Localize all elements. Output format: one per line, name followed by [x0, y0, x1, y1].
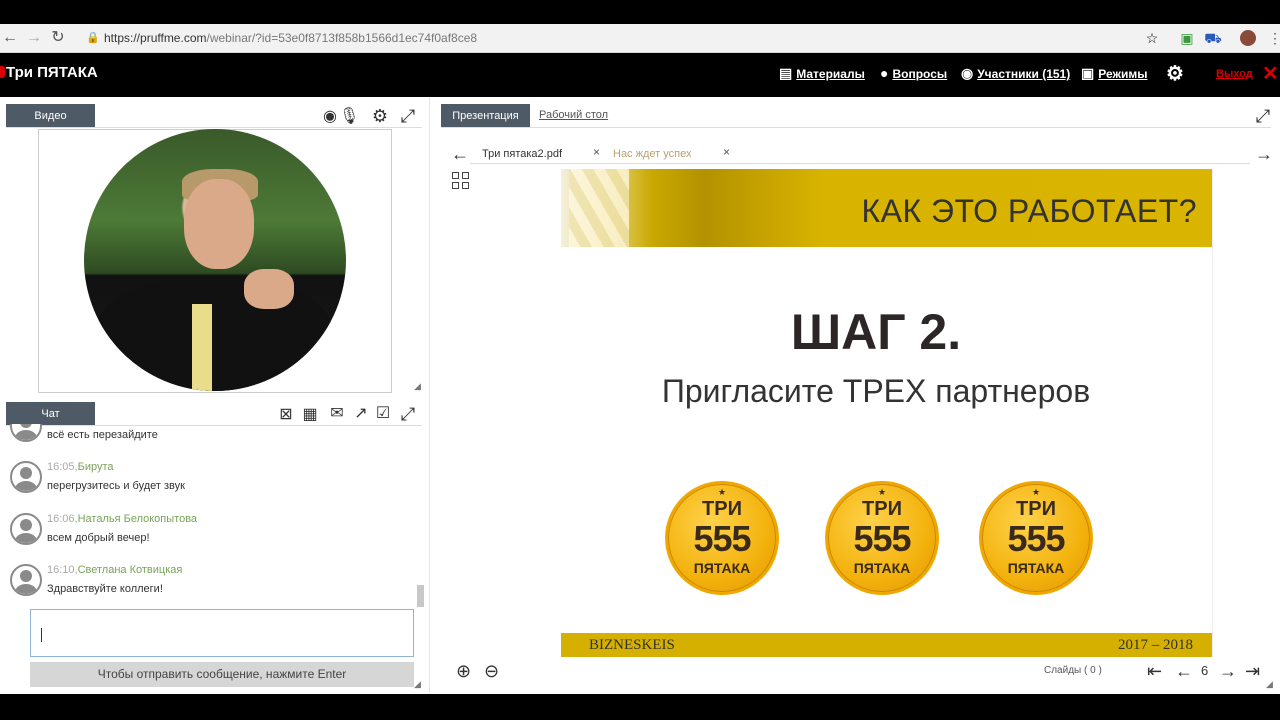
slide-canvas: КАК ЭТО РАБОТАЕТ? ШАГ 2. Пригласите ТРЕХ… — [561, 169, 1213, 657]
reload-icon[interactable]: ↻ — [48, 28, 68, 48]
coin-logo: ★ ТРИ 555 ПЯТАКА — [825, 481, 939, 595]
exit-close-icon[interactable]: ✕ — [1262, 61, 1279, 86]
slide-title: КАК ЭТО РАБОТАЕТ? — [861, 193, 1197, 229]
video-tab-line — [6, 127, 422, 128]
modes-link[interactable]: ▣ Режимы — [1081, 65, 1147, 82]
video-panel-tab[interactable]: Видео — [6, 104, 95, 128]
chat-panel-tab[interactable]: Чат — [6, 402, 95, 426]
webcam-icon[interactable]: ◉ — [320, 108, 340, 126]
microphone-icon[interactable]: 🎙 — [339, 108, 359, 126]
presentation-expand-icon[interactable]: ⤢ — [1253, 107, 1273, 125]
coin-logo: ★ ТРИ 555 ПЯТАКА — [979, 481, 1093, 595]
message-meta: 16:10,Светлана Котвицкая — [47, 564, 183, 576]
chat-expand-icon[interactable]: ⤢ — [398, 405, 418, 423]
file-tab[interactable]: Три пятака2.pdf — [482, 148, 562, 160]
screen-bottom-bar — [0, 694, 1280, 720]
address-bar[interactable]: 🔒 https://pruffme.com/webinar/?id=53e0f8… — [78, 27, 1168, 49]
menu-dots-icon[interactable]: ⋮ — [1266, 29, 1280, 47]
current-slide-number: 6 — [1201, 663, 1209, 678]
send-message-button[interactable]: Чтобы отправить сообщение, нажмите Enter — [30, 662, 414, 687]
back-icon[interactable]: ← — [0, 28, 20, 48]
clear-chat-icon[interactable]: ⊠ — [276, 406, 296, 424]
slide-step: ШАГ 2. — [790, 304, 962, 360]
message-meta: 16:05,Бирута — [47, 461, 114, 473]
bookmark-star-icon[interactable]: ☆ — [1143, 29, 1161, 47]
file-tabs-line — [470, 163, 1250, 164]
chat-message: 16:06,Наталья Белокопытова всем добрый в… — [6, 507, 416, 557]
presenter-video — [84, 129, 346, 391]
user-avatar-icon — [10, 564, 42, 596]
eye-icon: ◉ — [961, 65, 974, 81]
thumbnails-grid-icon[interactable] — [452, 172, 470, 190]
user-avatar-icon — [10, 513, 42, 545]
chat-message-list[interactable]: всё есть перезайдите 16:05,Бирута перегр… — [6, 424, 416, 608]
first-slide-icon[interactable]: ⇤ — [1147, 661, 1162, 682]
file-tab[interactable]: Нас ждет успех — [613, 148, 691, 160]
external-link-icon[interactable]: ↗ — [351, 405, 371, 423]
slide-footer: BIZNESKEIS 2017 – 2018 — [561, 633, 1212, 657]
file-tab-close-icon[interactable]: × — [723, 145, 730, 159]
video-settings-gear-icon[interactable]: ⚙ — [370, 107, 390, 125]
coin-logo: ★ ТРИ 555 ПЯТАКА — [665, 481, 779, 595]
tab-presentation[interactable]: Презентация — [441, 104, 530, 128]
forward-icon[interactable]: → — [24, 28, 44, 48]
chat-resize-handle[interactable]: ◢ — [414, 679, 421, 690]
url-text: https://pruffme.com/webinar/?id=53e0f871… — [104, 31, 478, 45]
lock-icon: 🔒 — [86, 32, 100, 44]
extension-icon[interactable]: ▣ — [1178, 29, 1196, 47]
moderate-check-icon[interactable]: ☑ — [373, 405, 393, 423]
app-header: Три ПЯТАКА ▤ Материалы ● Вопросы ◉ Участник… — [0, 53, 1280, 97]
last-slide-icon[interactable]: ⇥ — [1245, 661, 1260, 682]
chat-message: всё есть перезайдите — [6, 424, 416, 454]
file-tab-close-icon[interactable]: × — [593, 145, 600, 159]
user-avatar-icon — [10, 424, 42, 442]
video-expand-icon[interactable]: ⤢ — [398, 107, 418, 125]
user-avatar-icon — [10, 461, 42, 493]
chat-message: 16:10,Светлана Котвицкая Здравствуйте ко… — [6, 558, 416, 608]
cart-extension-icon[interactable]: ⛟ — [1204, 29, 1222, 47]
chat-message-input[interactable] — [30, 609, 414, 657]
slide-subtitle: Пригласите ТРЕХ партнеров — [661, 373, 1091, 409]
modes-icon: ▣ — [1081, 65, 1095, 81]
question-bubble-icon: ● — [880, 65, 889, 81]
zoom-in-icon[interactable]: ⊕ — [456, 661, 471, 682]
materials-link[interactable]: ▤ Материалы — [779, 65, 865, 82]
settings-gear-icon[interactable]: ⚙ — [1166, 61, 1184, 86]
presentation-resize-handle[interactable]: ◢ — [1266, 679, 1273, 690]
files-next-arrow-icon[interactable]: → — [1254, 145, 1274, 163]
zoom-out-icon[interactable]: ⊖ — [484, 661, 499, 682]
export-excel-icon[interactable]: ▦ — [300, 406, 320, 424]
prev-slide-icon[interactable]: ← — [1175, 661, 1193, 682]
slides-count[interactable]: Слайды ( 0 ) — [1044, 665, 1102, 676]
browser-toolbar: ← → ↻ 🔒 https://pruffme.com/webinar/?id=… — [0, 24, 1280, 53]
tab-desktop[interactable]: Рабочий стол — [539, 109, 608, 121]
files-prev-arrow-icon[interactable]: ← — [450, 145, 470, 163]
questions-link[interactable]: ● Вопросы — [880, 65, 947, 81]
next-slide-icon[interactable]: → — [1219, 661, 1237, 682]
video-resize-handle[interactable]: ◢ — [414, 381, 421, 392]
chat-message: 16:05,Бирута перегрузитесь и будет звук — [6, 455, 416, 505]
presentation-tab-line — [441, 127, 1271, 128]
exit-link[interactable]: Выход — [1216, 68, 1253, 80]
materials-icon: ▤ — [779, 65, 793, 81]
mail-icon[interactable]: ✉ — [327, 405, 347, 423]
message-meta: 16:06,Наталья Белокопытова — [47, 513, 198, 525]
chat-scrollbar[interactable] — [417, 585, 424, 607]
webinar-room: Видео ◉ 🎙 ⚙ ⤢ ◢ Чат ⊠ ▦ ✉ ↗ ☑ ⤢ всё есть… — [0, 97, 1280, 694]
panel-divider — [429, 97, 430, 694]
profile-avatar[interactable] — [1240, 30, 1256, 46]
logo[interactable]: Три ПЯТАКА — [0, 64, 98, 81]
participants-link[interactable]: ◉ Участники (151) — [961, 65, 1070, 82]
